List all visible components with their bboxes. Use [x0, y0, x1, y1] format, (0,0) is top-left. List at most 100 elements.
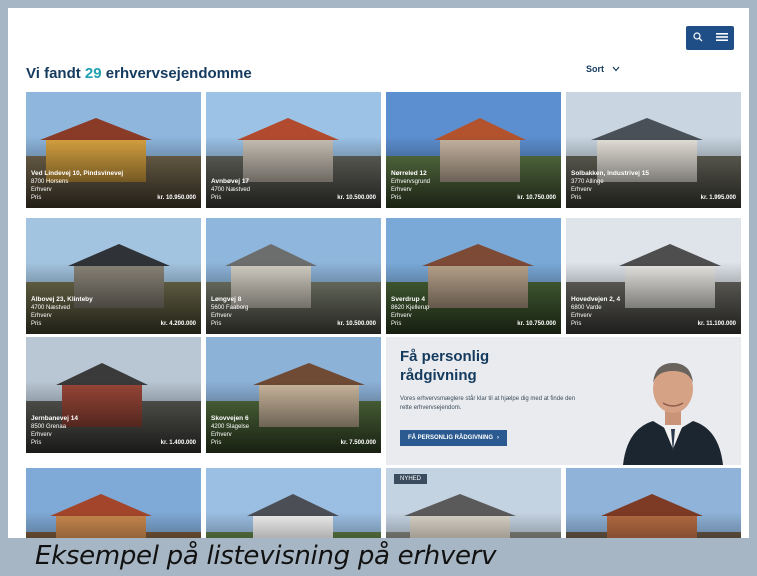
card-line2: Erhverv	[31, 313, 52, 319]
card-price-label: Pris	[31, 440, 42, 446]
card-line1: 4700 Næstved	[31, 305, 71, 311]
card-line2: Erhverv	[391, 313, 412, 319]
card-price-label: Pris	[391, 321, 402, 327]
photo-overlay	[566, 512, 741, 538]
card-price-label: Pris	[571, 195, 582, 201]
card-line1: 3770 Allinge	[571, 179, 604, 185]
card-info: Nørreled 12 Erhvervsgrund Erhverv Pris k…	[391, 170, 556, 202]
card-line2: Erhverv	[571, 187, 592, 193]
property-card[interactable]: Sverdrup 4 8620 Kjellerup Erhverv Pris k…	[386, 218, 561, 334]
card-info: Løngvej 8 5600 Faaborg Erhverv Pris kr. …	[211, 296, 376, 328]
card-price-row: Pris kr. 10.500.000	[211, 320, 376, 328]
card-info: Hovedvejen 2, 4 6800 Varde Erhverv Pris …	[571, 296, 736, 328]
page-frame: Vi fandt 29 erhvervsejendomme Sort Ved L…	[8, 8, 749, 538]
card-line1: 5600 Faaborg	[211, 305, 249, 311]
card-price: kr. 11.100.000	[697, 321, 736, 327]
photo-overlay	[206, 512, 381, 538]
card-line2: Erhverv	[211, 432, 232, 438]
card-price-row: Pris kr. 10.500.000	[211, 194, 376, 202]
photo-overlay	[386, 512, 561, 538]
screenshot-caption: Eksempel på listevisning på erhverv	[35, 541, 497, 571]
property-card[interactable]: Kirkevej 42, 4000 Roskilde	[26, 468, 201, 538]
card-info: Sverdrup 4 8620 Kjellerup Erhverv Pris k…	[391, 296, 556, 328]
results-count: 29	[84, 65, 102, 82]
card-price-row: Pris kr. 1.995.000	[571, 194, 736, 202]
card-info: Ved Lindevej 10, Pindsvinevej 8700 Horse…	[31, 170, 196, 202]
card-price-row: Pris kr. 11.100.000	[571, 320, 736, 328]
property-card[interactable]: Nørreled 12 Erhvervsgrund Erhverv Pris k…	[386, 92, 561, 208]
property-card[interactable]: Jernbanevej 14 8500 Grenaa Erhverv Pris …	[26, 337, 201, 453]
card-title: Jernbanevej 14	[31, 415, 78, 422]
card-price: kr. 7.500.000	[340, 440, 376, 446]
card-price-label: Pris	[211, 440, 222, 446]
card-line2: Erhverv	[31, 187, 52, 193]
card-line1: 4200 Slagelse	[211, 424, 250, 430]
card-title: Ved Lindevej 10, Pindsvinevej	[31, 170, 124, 177]
card-line1: 4700 Næstved	[211, 187, 251, 193]
advice-button-label: FÅ PERSONLIG RÅDGIVNING	[408, 435, 494, 441]
card-info: Solbakken, Industrivej 15 3770 Allinge E…	[571, 170, 736, 202]
sort-dropdown[interactable]: Sort	[586, 64, 620, 74]
property-card[interactable]: Ved Lindevej 10, Pindsvinevej 8700 Horse…	[26, 92, 201, 208]
advice-button[interactable]: FÅ PERSONLIG RÅDGIVNING ›	[400, 430, 508, 446]
card-price-label: Pris	[31, 195, 42, 201]
card-line2: Erhverv	[391, 187, 412, 193]
menu-icon[interactable]	[715, 32, 728, 45]
card-info: Skovvejen 6 4200 Slagelse Erhverv Pris k…	[211, 415, 376, 447]
card-price-row: Pris kr. 10.750.000	[391, 194, 556, 202]
property-card[interactable]: Skovvejen 6 4200 Slagelse Erhverv Pris k…	[206, 337, 381, 453]
card-title: Skovvejen 6	[211, 415, 249, 422]
card-price-row: Pris kr. 10.950.000	[31, 194, 196, 202]
card-price: kr. 10.500.000	[337, 321, 376, 327]
property-card[interactable]: Avnbøvej 17 4700 Næstved Pris kr. 10.500…	[206, 92, 381, 208]
promo-title: Få personlig rådgivning	[400, 348, 490, 384]
card-title: Solbakken, Industrivej 15	[571, 170, 650, 177]
card-title: Nørreled 12	[391, 170, 427, 177]
card-line1: 8620 Kjellerup	[391, 305, 430, 311]
card-price: kr. 4.200.000	[160, 321, 196, 327]
arrow-right-icon: ›	[497, 435, 500, 441]
results-suffix: erhvervsejendomme	[105, 65, 252, 82]
new-badge: NYHED	[394, 474, 428, 484]
card-price: kr. 1.400.000	[160, 440, 196, 446]
advice-promo: Få personlig rådgivning Vores erhvervsmæ…	[386, 337, 741, 465]
card-title: Løngvej 8	[211, 296, 242, 303]
card-title: Ålbovej 23, Klinteby	[31, 296, 93, 303]
card-price-row: Pris kr. 7.500.000	[211, 439, 376, 447]
property-card[interactable]: Løngvej 8 5600 Faaborg Erhverv Pris kr. …	[206, 218, 381, 334]
property-card[interactable]: Ålbovej 23, Klinteby 4700 Næstved Erhver…	[26, 218, 201, 334]
card-line2: Erhverv	[571, 313, 592, 319]
promo-text: Vores erhvervsmæglere står klar til at h…	[400, 396, 576, 411]
card-price-label: Pris	[211, 321, 222, 327]
top-toolbar	[686, 26, 734, 50]
property-card[interactable]: Slotsvej 3	[206, 468, 381, 538]
card-price-row: Pris kr. 1.400.000	[31, 439, 196, 447]
card-price: kr. 1.995.000	[700, 195, 736, 201]
card-line1: 8500 Grenaa	[31, 424, 67, 430]
card-price-row: Pris kr. 4.200.000	[31, 320, 196, 328]
property-card[interactable]: Solbakken, Industrivej 15 3770 Allinge E…	[566, 92, 741, 208]
card-price-label: Pris	[31, 321, 42, 327]
card-info: Avnbøvej 17 4700 Næstved Pris kr. 10.500…	[211, 178, 376, 202]
card-price-label: Pris	[211, 195, 222, 201]
results-heading: Vi fandt 29 erhvervsejendomme	[26, 65, 252, 82]
card-line1: 8700 Horsens	[31, 179, 69, 185]
card-price-label: Pris	[391, 195, 402, 201]
card-line2: Erhverv	[31, 432, 52, 438]
property-card[interactable]: NYHED	[386, 468, 561, 538]
card-price: kr. 10.950.000	[157, 195, 196, 201]
chevron-down-icon	[612, 64, 620, 74]
card-title: Hovedvejen 2, 4	[571, 296, 621, 303]
card-line2: Erhverv	[211, 313, 232, 319]
advisor-photo	[613, 337, 733, 465]
photo-overlay	[26, 512, 201, 538]
card-price-row: Pris kr. 10.750.000	[391, 320, 556, 328]
card-price: kr. 10.750.000	[517, 195, 556, 201]
card-line1: 6800 Varde	[571, 305, 602, 311]
property-card[interactable]: Hovedvejen 2, 4 6800 Varde Erhverv Pris …	[566, 218, 741, 334]
card-info: Jernbanevej 14 8500 Grenaa Erhverv Pris …	[31, 415, 196, 447]
card-line1: Erhvervsgrund	[391, 179, 431, 185]
property-card[interactable]: Lundevej 1, Haslev	[566, 468, 741, 538]
card-price-label: Pris	[571, 321, 582, 327]
search-icon[interactable]	[692, 31, 703, 45]
